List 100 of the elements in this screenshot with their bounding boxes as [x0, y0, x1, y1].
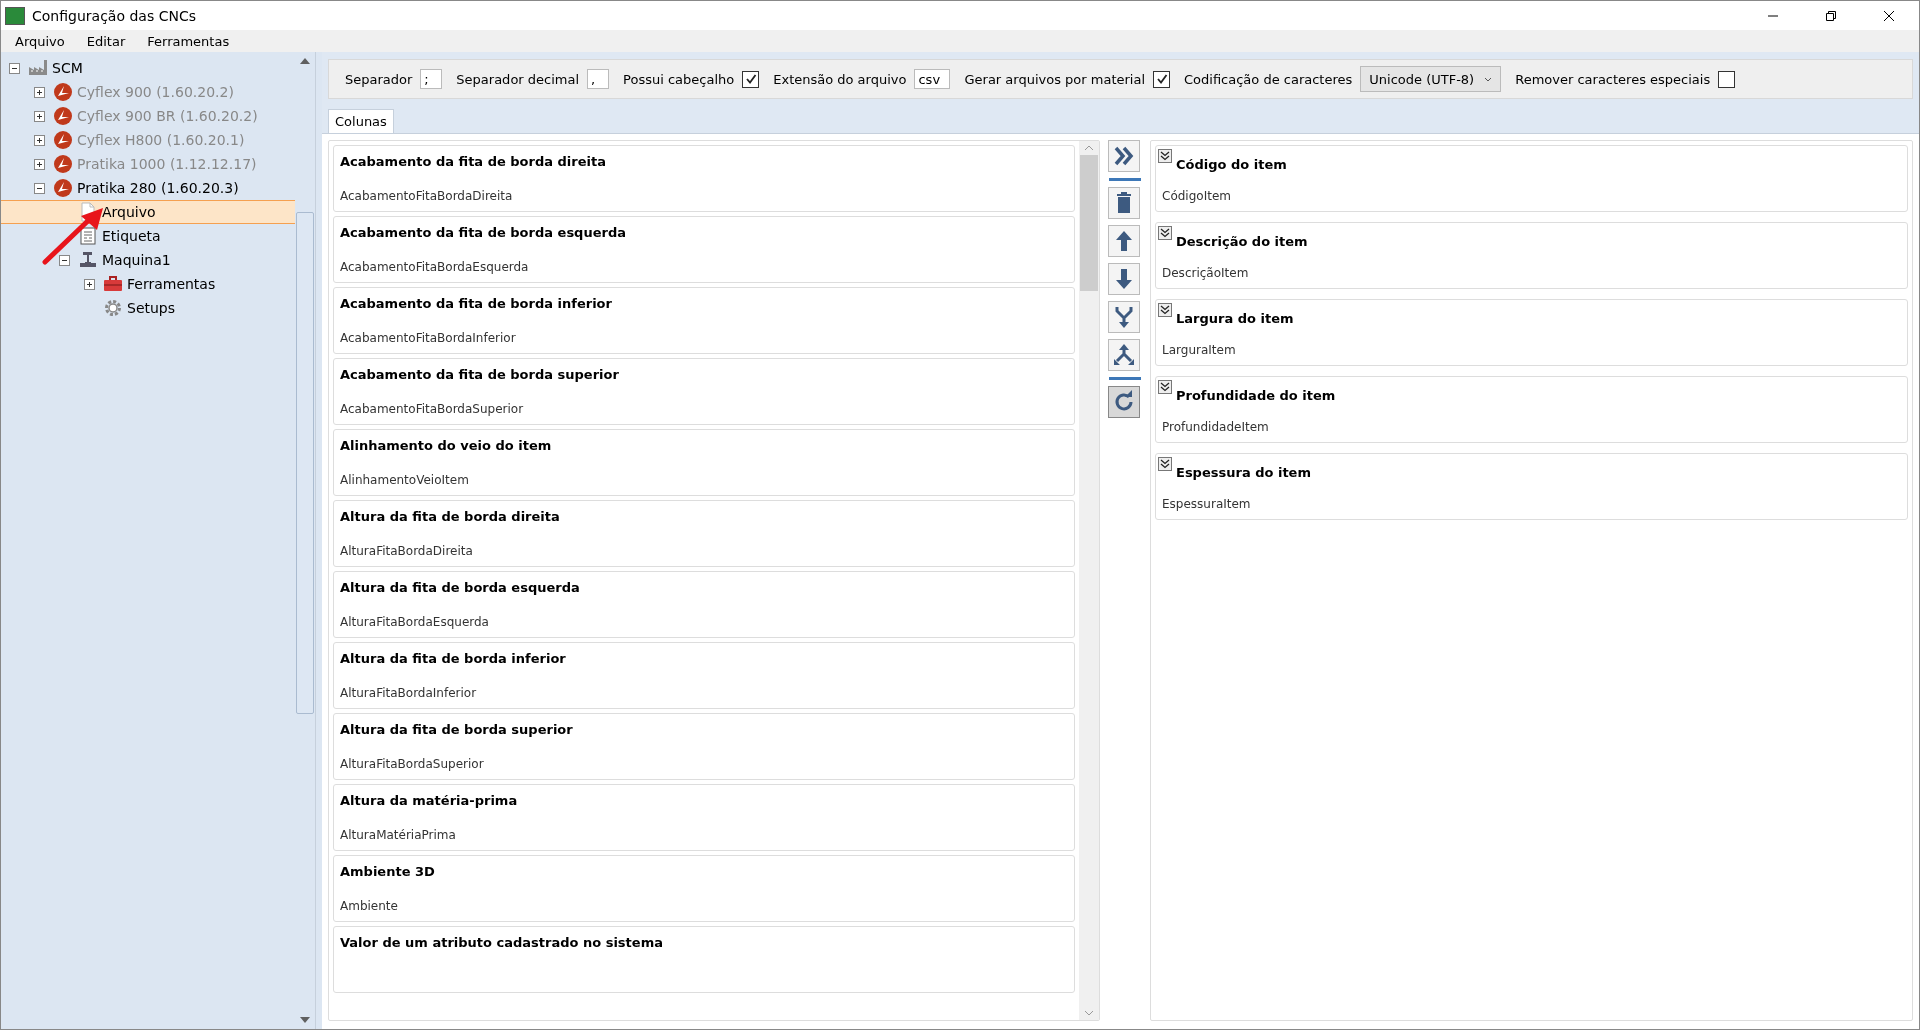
- menu-item[interactable]: Editar: [78, 33, 140, 49]
- close-icon[interactable]: [1883, 9, 1895, 22]
- toolbar-button[interactable]: [1108, 339, 1140, 371]
- column-card[interactable]: Valor de um atributo cadastrado no sistema: [333, 926, 1075, 993]
- collapse-icon[interactable]: [9, 62, 20, 74]
- column-title: Altura da fita de borda direita: [340, 509, 560, 524]
- field-name: AlturaFitaBordaSuperior: [340, 757, 485, 771]
- field-name: AlturaFitaBordaDireita: [340, 544, 474, 558]
- collapse-icon[interactable]: [1158, 380, 1172, 394]
- field-name: AlturaMatériaPrima: [340, 828, 457, 842]
- encoding-dropdown[interactable]: Unicode (UTF-8): [1360, 66, 1502, 92]
- restore-icon[interactable]: [1825, 9, 1837, 22]
- scrollbar[interactable]: [1079, 141, 1099, 1020]
- scroll-thumb[interactable]: [296, 212, 314, 714]
- field-name: AcabamentoFitaBordaDireita: [340, 189, 514, 203]
- column-card[interactable]: Altura da fita de borda superior AlturaFitaBordaSuperior: [333, 713, 1075, 780]
- input-field[interactable]: ;: [420, 69, 443, 89]
- field-label: Separador decimal: [456, 71, 580, 87]
- tab[interactable]: Colunas: [328, 109, 394, 133]
- column-card[interactable]: Alinhamento do veio do item AlinhamentoVeioItem: [333, 429, 1075, 496]
- expand-icon[interactable]: [84, 278, 95, 290]
- logo-icon: [53, 106, 73, 126]
- collapse-icon[interactable]: [1158, 149, 1172, 163]
- checkbox[interactable]: [1153, 70, 1170, 88]
- menu-item[interactable]: Ferramentas: [139, 33, 244, 49]
- toolbar-button[interactable]: [1108, 225, 1140, 257]
- collapse-icon[interactable]: [1158, 303, 1172, 317]
- toolbar-button[interactable]: [1108, 386, 1140, 418]
- field-label: Remover caracteres especiais: [1515, 71, 1711, 87]
- field-name: EspessuraItem: [1162, 497, 1252, 511]
- toolbox-icon: [103, 274, 123, 294]
- field-name: AlturaFitaBordaEsquerda: [340, 615, 490, 629]
- field-name: Ambiente: [340, 899, 399, 913]
- split-icon: [1112, 343, 1136, 367]
- collapse-icon[interactable]: [59, 254, 70, 266]
- column-title: Acabamento da fita de borda superior: [340, 367, 619, 382]
- field-name: AcabamentoFitaBordaEsquerda: [340, 260, 530, 274]
- tree-item[interactable]: Ferramentas: [1, 272, 295, 296]
- factory-icon: [28, 58, 48, 78]
- column-title: Acabamento da fita de borda inferior: [340, 296, 612, 311]
- scroll-up-icon[interactable]: [300, 58, 310, 64]
- window-title: Configuração das CNCs: [32, 7, 197, 24]
- machine-icon: [78, 250, 98, 270]
- column-title: Acabamento da fita de borda esquerda: [340, 225, 626, 240]
- column-title: Altura da fita de borda inferior: [340, 651, 566, 666]
- column-title: Código do item: [1176, 157, 1287, 172]
- field-name: DescriçãoItem: [1162, 266, 1250, 280]
- toolbar-button[interactable]: [1108, 140, 1140, 172]
- collapse-icon[interactable]: [1158, 457, 1172, 471]
- checkbox[interactable]: [742, 70, 760, 88]
- tree-item[interactable]: Pratika 280 (1.60.20.3): [1, 176, 295, 200]
- tree-item[interactable]: Setups: [1, 296, 295, 320]
- column-card[interactable]: Código do item CódigoItem: [1155, 145, 1908, 212]
- column-card[interactable]: Acabamento da fita de borda superior AcabamentoFitaBordaSuperior: [333, 358, 1075, 425]
- column-card[interactable]: Ambiente 3D Ambiente: [333, 855, 1075, 922]
- tree-item[interactable]: Etiqueta: [1, 224, 295, 248]
- column-card[interactable]: Altura da fita de borda inferior AlturaFitaBordaInferior: [333, 642, 1075, 709]
- field-name: ProfundidadeItem: [1162, 420, 1270, 434]
- field-name: AcabamentoFitaBordaSuperior: [340, 402, 525, 416]
- column-title: Profundidade do item: [1176, 388, 1336, 403]
- column-card[interactable]: Profundidade do item ProfundidadeItem: [1155, 376, 1908, 443]
- column-card[interactable]: Descrição do item DescriçãoItem: [1155, 222, 1908, 289]
- scroll-down-icon[interactable]: [300, 1017, 310, 1023]
- menu-item[interactable]: Arquivo: [7, 33, 79, 49]
- toolbar-button[interactable]: [1108, 301, 1140, 333]
- column-card[interactable]: Altura da fita de borda esquerda AlturaFitaBordaEsquerda: [333, 571, 1075, 638]
- input-field[interactable]: ,: [587, 69, 610, 89]
- column-card[interactable]: Altura da fita de borda direita AlturaFitaBordaDireita: [333, 500, 1075, 567]
- checkbox[interactable]: [1718, 70, 1736, 88]
- tree-item[interactable]: Maquina1: [1, 248, 295, 272]
- app-icon: [5, 6, 25, 25]
- gear-icon: [103, 298, 123, 318]
- field-name: LarguraItem: [1162, 343, 1237, 357]
- toolbar-button[interactable]: [1108, 187, 1140, 219]
- field-label: Possui cabeçalho: [623, 71, 735, 87]
- tree-item[interactable]: Arquivo: [1, 200, 295, 224]
- field-name: AlinhamentoVeioItem: [340, 473, 470, 487]
- field-name: AcabamentoFitaBordaInferior: [340, 331, 517, 345]
- field-name: CódigoItem: [1162, 189, 1232, 203]
- column-card[interactable]: Acabamento da fita de borda direita AcabamentoFitaBordaDireita: [333, 145, 1075, 212]
- column-card[interactable]: Acabamento da fita de borda esquerda AcabamentoFitaBordaEsquerda: [333, 216, 1075, 283]
- scroll-thumb[interactable]: [1080, 155, 1098, 291]
- column-card[interactable]: Altura da matéria-prima AlturaMatériaPrima: [333, 784, 1075, 851]
- logo-icon: [53, 130, 73, 150]
- input-field[interactable]: csv: [914, 69, 951, 89]
- column-title: Valor de um atributo cadastrado no sistema: [340, 935, 663, 950]
- column-card[interactable]: Largura do item LarguraItem: [1155, 299, 1908, 366]
- tree-item[interactable]: SCM: [1, 56, 295, 80]
- collapse-icon[interactable]: [34, 182, 45, 194]
- field-label: Extensão do arquivo: [773, 71, 907, 87]
- column-card[interactable]: Espessura do item EspessuraItem: [1155, 453, 1908, 520]
- column-title: Espessura do item: [1176, 465, 1311, 480]
- logo-icon: [53, 154, 73, 174]
- column-title: Descrição do item: [1176, 234, 1308, 249]
- column-title: Ambiente 3D: [340, 864, 435, 879]
- logo-icon: [53, 178, 73, 198]
- column-card[interactable]: Acabamento da fita de borda inferior AcabamentoFitaBordaInferior: [333, 287, 1075, 354]
- toolbar-button[interactable]: [1108, 263, 1140, 295]
- collapse-icon[interactable]: [1158, 226, 1172, 240]
- check-icon: [743, 72, 758, 86]
